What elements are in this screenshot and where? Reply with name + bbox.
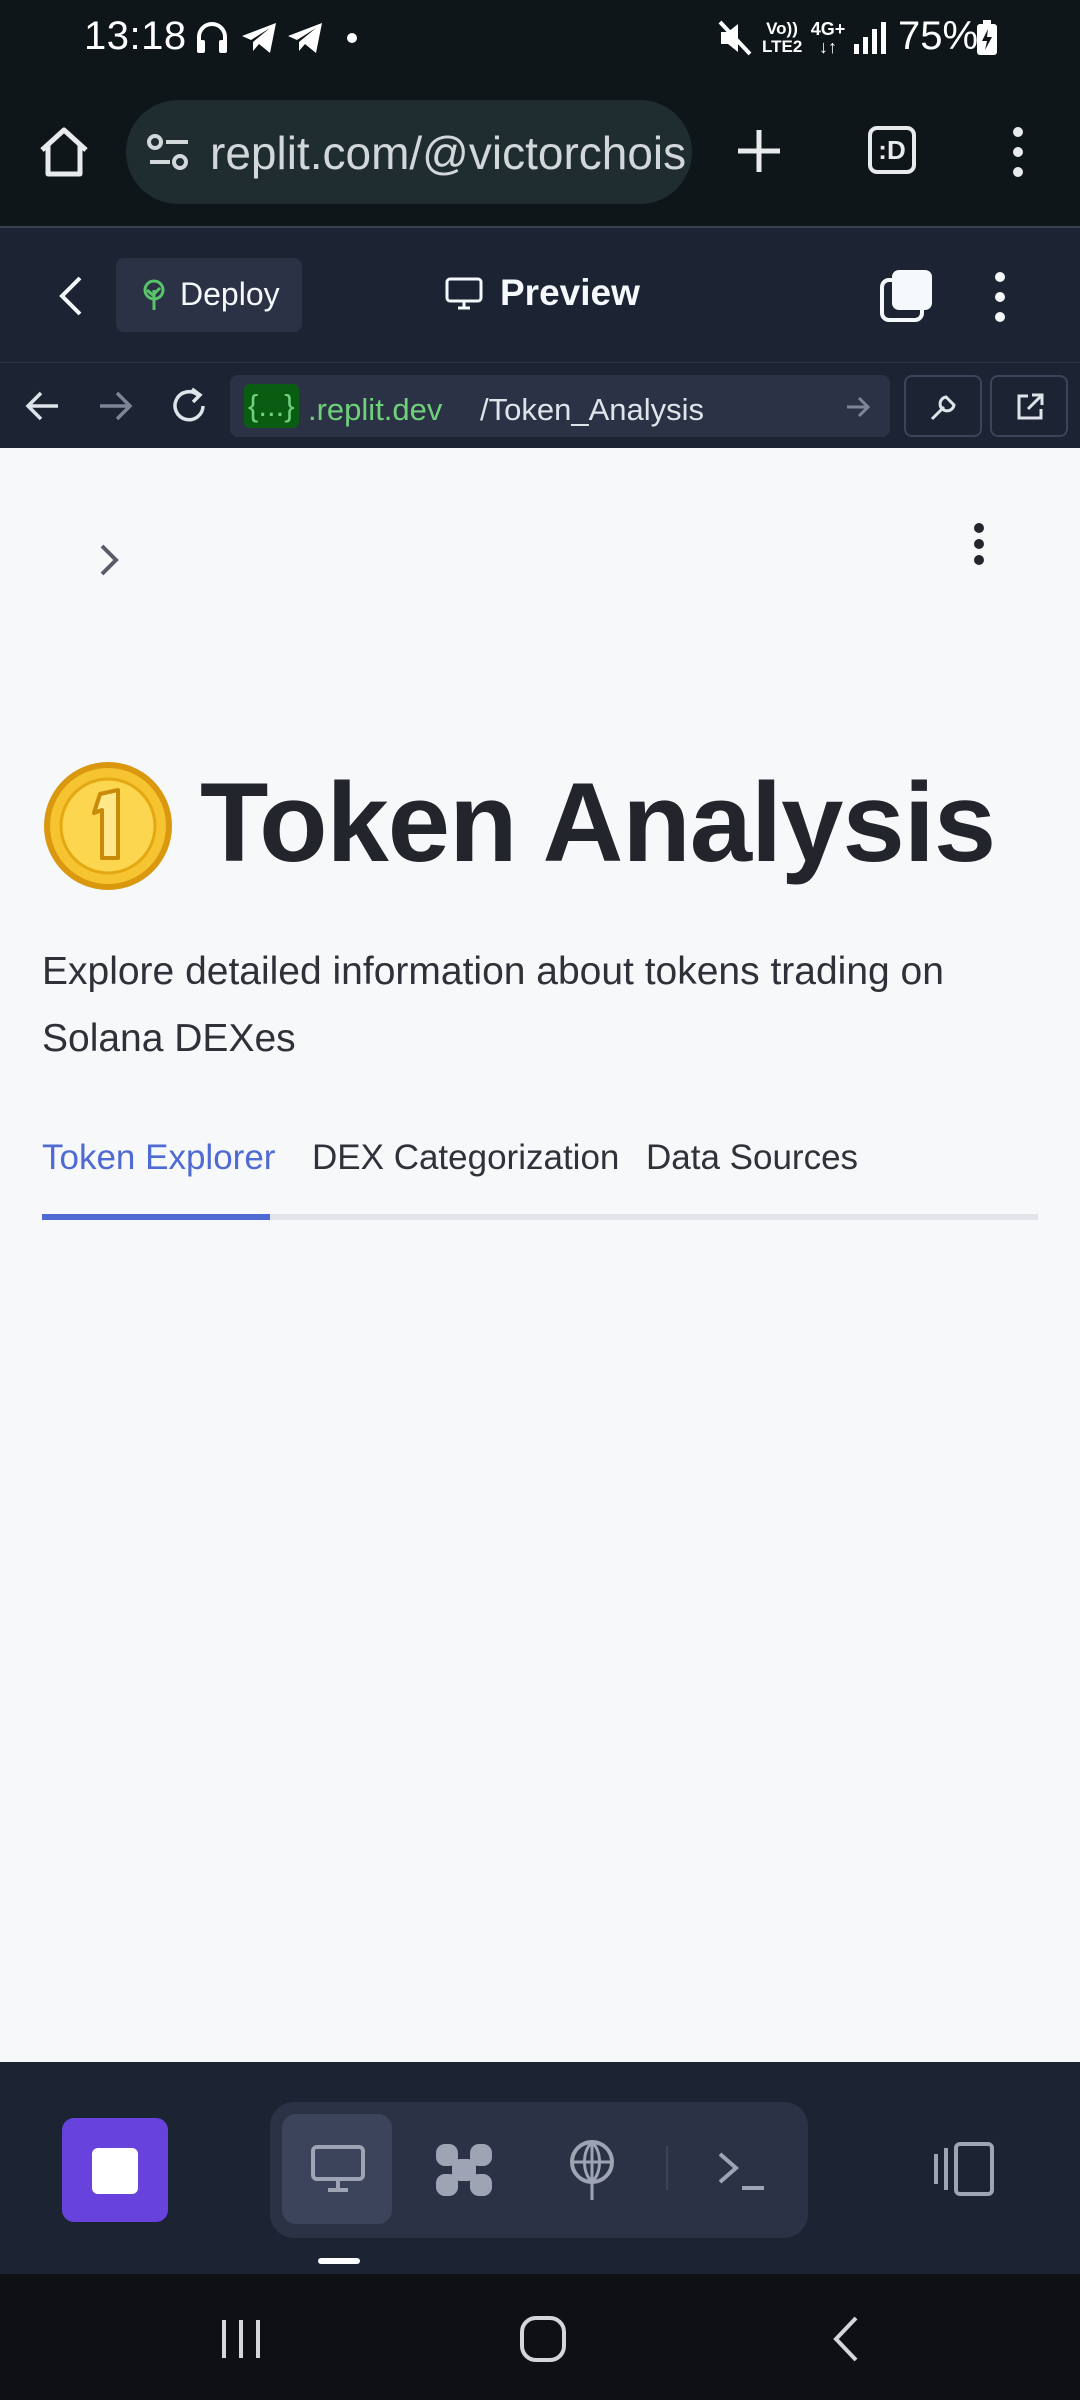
desktop-icon <box>311 2145 365 2192</box>
page-title: Token Analysis <box>200 760 996 885</box>
url-path: /Token_Analysis <box>480 392 705 427</box>
status-bar: 13:18 Vo)) LTE2 4G+ ↓↑ 75% <box>0 0 1080 78</box>
terminal-icon[interactable] <box>716 2146 768 2194</box>
arrow-right-icon[interactable] <box>96 387 134 425</box>
devtools-button[interactable] <box>904 375 982 437</box>
external-link-icon <box>1017 393 1044 420</box>
headphones-icon <box>197 22 227 53</box>
deploy-button[interactable]: Deploy <box>116 258 302 332</box>
tab-token-explorer[interactable]: Token Explorer <box>42 1138 275 1178</box>
more-options-icon[interactable] <box>1006 124 1030 180</box>
puzzle-icon[interactable] <box>432 2140 496 2200</box>
active-tab-indicator <box>42 1214 270 1220</box>
replit-header: Deploy Preview <box>0 226 1080 362</box>
wrench-icon <box>930 395 956 421</box>
toolbar-divider <box>666 2146 668 2190</box>
more-options-icon[interactable] <box>990 270 1010 324</box>
android-nav-bar <box>0 2274 1080 2400</box>
tab-data-sources[interactable]: Data Sources <box>646 1138 858 1178</box>
app-content: Token Analysis Explore detailed informat… <box>0 448 1080 2062</box>
coin-icon <box>44 762 172 890</box>
deploy-label: Deploy <box>180 276 280 312</box>
signal-icon <box>854 22 886 54</box>
battery-percent: 75% <box>898 14 979 58</box>
new-tab-icon[interactable] <box>734 126 784 176</box>
address-bar[interactable]: replit.com/@victorchois <box>126 100 692 204</box>
recent-apps-icon[interactable] <box>218 2316 264 2362</box>
home-nav-icon[interactable] <box>518 2314 568 2364</box>
address-bar-url[interactable]: replit.com/@victorchois <box>210 126 686 180</box>
url-host: .replit.dev <box>308 392 443 427</box>
tab-bar: Token Explorer DEX Categorization Data S… <box>42 1138 1038 1220</box>
stop-icon <box>92 2148 138 2194</box>
site-settings-icon[interactable] <box>146 128 192 176</box>
url-host-badge: {...} <box>244 384 299 428</box>
battery-icon <box>977 20 997 55</box>
deploy-icon <box>143 279 165 310</box>
split-view-icon[interactable] <box>932 2140 996 2198</box>
globe-icon[interactable] <box>564 2138 620 2202</box>
page-subtitle: Explore detailed information about token… <box>42 950 944 1060</box>
browser-toolbar: replit.com/@victorchois :D <box>0 78 1080 226</box>
webview-toolbar: {...} .replit.dev /Token_Analysis <box>0 362 1080 448</box>
refresh-icon[interactable] <box>168 385 210 427</box>
preview-pane-button[interactable] <box>282 2114 392 2224</box>
telegram-icon <box>242 23 276 53</box>
open-in-new-tab-button[interactable] <box>990 375 1068 437</box>
telegram-icon <box>288 23 322 53</box>
mute-icon <box>718 20 752 56</box>
tab-dex-categorization[interactable]: DEX Categorization <box>312 1138 619 1178</box>
arrow-left-icon[interactable] <box>24 387 62 425</box>
stop-button[interactable] <box>62 2118 168 2222</box>
back-icon[interactable] <box>56 274 84 318</box>
tab-switcher-button[interactable]: :D <box>868 126 916 174</box>
status-time: 13:18 <box>84 14 187 58</box>
back-nav-icon[interactable] <box>828 2314 862 2364</box>
home-icon[interactable] <box>36 124 92 180</box>
tab-manager-icon[interactable] <box>878 268 934 324</box>
notification-dot-icon <box>347 33 357 43</box>
replit-bottom-toolbar <box>0 2062 1080 2274</box>
active-pane-indicator <box>318 2258 360 2264</box>
webview-url-bar[interactable]: {...} .replit.dev /Token_Analysis <box>230 375 890 437</box>
data-type-label: 4G+ ↓↑ <box>810 19 846 57</box>
preview-title: Preview <box>500 272 640 313</box>
sidebar-expand-icon[interactable] <box>96 540 122 580</box>
desktop-icon <box>445 277 483 310</box>
go-arrow-icon[interactable] <box>844 393 872 421</box>
pane-switcher <box>270 2102 808 2238</box>
main-menu-icon[interactable] <box>968 520 990 568</box>
network-label: Vo)) LTE2 <box>762 19 803 56</box>
